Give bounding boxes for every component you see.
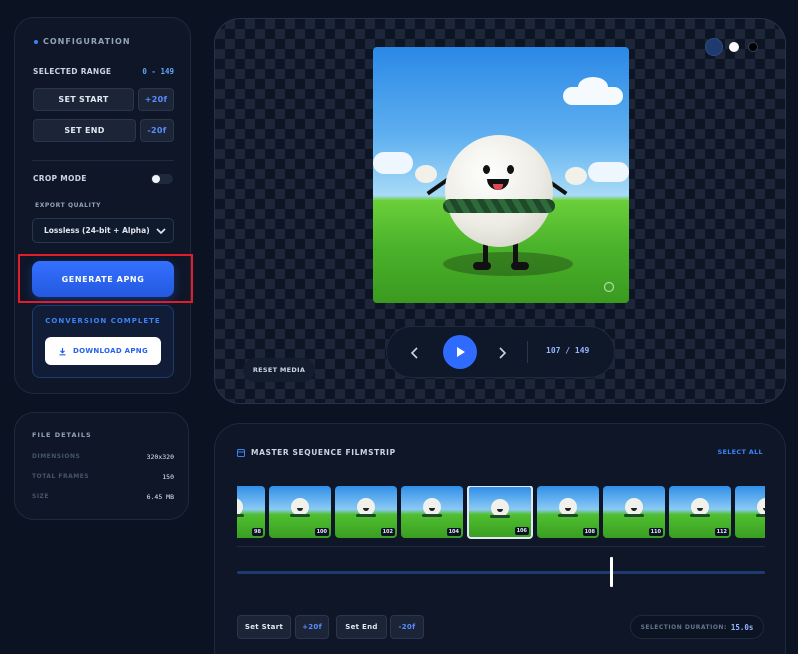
bg-swatch-blue[interactable] (705, 38, 723, 56)
filmstrip-frame[interactable]: 102 (335, 486, 397, 538)
divider (32, 160, 174, 161)
character-sash (443, 199, 555, 213)
filmstrip-frame[interactable]: 98 (237, 486, 265, 538)
play-button[interactable] (443, 335, 477, 369)
player-controls: 107 / 149 (386, 326, 615, 378)
filmstrip-frame[interactable]: 100 (269, 486, 331, 538)
detail-label: SIZE (32, 493, 50, 500)
frame-number: 102 (380, 528, 395, 536)
download-icon (59, 347, 66, 355)
download-apng-label: DOWNLOAD APNG (72, 347, 149, 355)
character-foot (473, 262, 491, 270)
selected-range-label: SELECTED RANGE (33, 67, 112, 76)
filmstrip-frame[interactable]: 104 (401, 486, 463, 538)
filmstrip-set-start-button[interactable]: Set Start (237, 615, 291, 639)
detail-value: 150 (162, 473, 174, 481)
select-all-link[interactable]: SELECT ALL (718, 448, 764, 456)
filmstrip-end-offset-button[interactable]: -20f (390, 615, 424, 639)
detail-row: TOTAL FRAMES 150 (32, 473, 174, 483)
controls-divider (527, 341, 528, 363)
preview-panel: RESET MEDIA 107 / 149 (214, 18, 786, 404)
download-apng-button[interactable]: DOWNLOAD APNG (45, 337, 161, 365)
character-hand (415, 165, 437, 183)
reset-media-label: RESET MEDIA (252, 366, 306, 374)
filmstrip-row: 98 100 102 104 106 108 110 112 (237, 486, 765, 540)
configuration-panel: CONFIGURATION SELECTED RANGE 0 - 149 SET… (14, 17, 191, 394)
filmstrip-title: MASTER SEQUENCE FILMSTRIP (251, 448, 396, 457)
crop-mode-label: CROP MODE (33, 174, 87, 183)
detail-row: DIMENSIONS 320x320 (32, 453, 174, 463)
conversion-result-box: CONVERSION COMPLETE DOWNLOAD APNG (32, 305, 174, 378)
frame-number: 100 (314, 528, 329, 536)
cloud (588, 162, 629, 182)
detail-value: 320x320 (146, 453, 174, 461)
preview-image (373, 47, 629, 303)
selected-range-value: 0 - 149 (142, 67, 174, 76)
set-end-offset-button[interactable]: -20f (140, 119, 174, 142)
bg-swatch-white[interactable] (729, 42, 739, 52)
cloud (578, 77, 608, 97)
frame-counter: 107 / 149 (546, 346, 590, 355)
set-start-offset-button[interactable]: +20f (138, 88, 174, 111)
character-body (445, 135, 553, 247)
file-details-panel: FILE DETAILS DIMENSIONS 320x320 TOTAL FR… (14, 412, 189, 520)
filmstrip-start-offset-button[interactable]: +20f (295, 615, 329, 639)
character-eye (507, 165, 514, 174)
detail-value: 6.45 MB (146, 493, 174, 501)
watermark-icon (603, 281, 615, 293)
timeline-track[interactable] (237, 571, 765, 574)
frame-number: 104 (446, 528, 461, 536)
character-shadow (443, 252, 573, 276)
filmstrip-frame[interactable]: 108 (537, 486, 599, 538)
detail-label: TOTAL FRAMES (32, 473, 90, 480)
filmstrip-set-end-button[interactable]: Set End (336, 615, 387, 639)
set-end-button[interactable]: SET END (33, 119, 136, 142)
frame-number: 110 (648, 528, 663, 536)
export-quality-select[interactable]: Lossless (24-bit + Alpha) (32, 218, 174, 243)
export-quality-value: Lossless (24-bit + Alpha) (44, 226, 150, 235)
filmstrip-panel: MASTER SEQUENCE FILMSTRIP SELECT ALL 98 … (214, 423, 786, 654)
filmstrip-frame-selected[interactable]: 106 (467, 486, 533, 539)
detail-row: SIZE 6.45 MB (32, 493, 174, 503)
filmstrip-icon (237, 449, 245, 457)
previous-frame-icon[interactable] (410, 347, 420, 359)
character-hand (565, 167, 587, 185)
file-details-title: FILE DETAILS (32, 431, 92, 439)
frame-number: 108 (582, 528, 597, 536)
frame-number: 106 (514, 527, 529, 535)
frame-number: 98 (252, 528, 263, 536)
cloud (373, 152, 413, 174)
next-frame-icon[interactable] (497, 347, 507, 359)
reset-media-button[interactable]: RESET MEDIA (243, 358, 315, 382)
detail-label: DIMENSIONS (32, 453, 81, 460)
bg-swatch-black[interactable] (748, 42, 758, 52)
toggle-knob (152, 175, 160, 183)
frame-number: 112 (714, 528, 729, 536)
chevron-down-icon (156, 228, 166, 235)
config-title: CONFIGURATION (43, 37, 131, 46)
character-eye (483, 165, 490, 174)
export-quality-label: EXPORT QUALITY (35, 202, 102, 209)
filmstrip-frame[interactable]: 112 (669, 486, 731, 538)
selection-duration-label: SELECTION DURATION: (640, 623, 727, 631)
conversion-status: CONVERSION COMPLETE (45, 317, 161, 325)
selection-duration-value: 15.0s (730, 622, 754, 632)
set-start-button[interactable]: SET START (33, 88, 134, 111)
filmstrip-divider (237, 546, 765, 547)
config-title-dot (34, 40, 38, 44)
highlight-box (18, 254, 193, 303)
play-icon (456, 347, 465, 357)
crop-mode-toggle[interactable] (151, 174, 173, 184)
character-foot (511, 262, 529, 270)
selection-duration-box: SELECTION DURATION: 15.0s (630, 615, 764, 639)
filmstrip-frame[interactable] (735, 486, 765, 538)
filmstrip-frame[interactable]: 110 (603, 486, 665, 538)
timeline-playhead[interactable] (610, 557, 613, 587)
